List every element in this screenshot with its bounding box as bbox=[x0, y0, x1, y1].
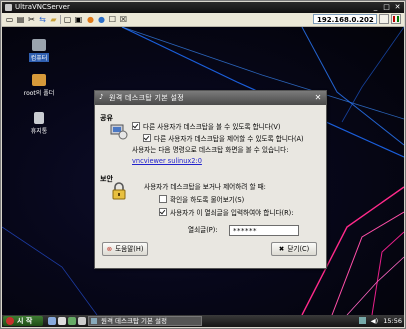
info-icon[interactable]: ▣ bbox=[74, 15, 83, 24]
sharing-icon bbox=[110, 124, 128, 140]
terminal-icon[interactable] bbox=[58, 317, 66, 325]
system-tray: ◀) 15:56 bbox=[358, 316, 402, 326]
app-icon bbox=[5, 4, 12, 11]
help-icon[interactable]: ● bbox=[97, 15, 106, 24]
checkbox[interactable] bbox=[143, 134, 151, 142]
minimize-button[interactable]: _ bbox=[371, 3, 380, 11]
help-button[interactable]: ⊗ 도움말(H) bbox=[102, 242, 148, 256]
sharing-hint: 사용자는 다음 명령으로 데스크탑 화면을 볼 수 있습니다: bbox=[132, 146, 289, 154]
host-address-field[interactable]: 192.168.0.202 bbox=[313, 14, 377, 24]
require-password-label: 사용자가 이 열쇠글을 입력하여야 합니다(R): bbox=[170, 209, 294, 217]
pause-icon bbox=[393, 16, 399, 22]
allow-control-label: 다른 사용자가 데스크탑을 제어할 수 있도록 합니다(A) bbox=[154, 135, 304, 143]
help-icon: ⊗ bbox=[106, 245, 113, 253]
toolbar: ▭ ▤ ✂ ⇆ ▰ ▢ ▣ ● ● ☐ ☒ 192.168.0.202 bbox=[2, 13, 404, 27]
help-button-label: 도움말(H) bbox=[115, 245, 144, 253]
remote-desktop-preferences-dialog: ♪ 원격 데스크탑 기본 설정 ✕ 공유 다른 사용자가 데스크탑을 볼 수 있… bbox=[94, 90, 327, 269]
dialog-title-bar: ♪ 원격 데스크탑 기본 설정 ✕ bbox=[95, 91, 326, 105]
desktop-icon[interactable] bbox=[78, 317, 86, 325]
password-label: 열쇠글(P): bbox=[188, 226, 218, 234]
desktop-icon-home[interactable]: root의 폴더 bbox=[14, 74, 64, 97]
computer-icon bbox=[32, 39, 46, 51]
toolbar-separator bbox=[60, 15, 61, 24]
window-title: UltraVNCServer bbox=[15, 3, 70, 11]
network-icon[interactable] bbox=[358, 317, 366, 324]
tools-icon[interactable]: ✂ bbox=[27, 15, 36, 24]
settings-icon: ♪ bbox=[99, 93, 104, 101]
taskbar: 시 작 원격 데스크탑 기본 설정 ◀) 15:56 bbox=[2, 315, 404, 327]
security-intro: 사용자가 데스크탑을 보거나 제어하려 할 때: bbox=[144, 183, 266, 191]
checkbox[interactable] bbox=[132, 122, 140, 130]
browser-icon[interactable] bbox=[48, 317, 56, 325]
host-dropdown-button[interactable] bbox=[379, 14, 389, 24]
window-icon bbox=[91, 318, 97, 324]
close-button-label: 닫기(C) bbox=[287, 245, 310, 253]
taskbar-item-preferences[interactable]: 원격 데스크탑 기본 설정 bbox=[88, 316, 202, 326]
start-icon bbox=[6, 317, 14, 325]
close-icon[interactable]: ☒ bbox=[119, 15, 128, 24]
checkbox[interactable] bbox=[159, 208, 167, 216]
stop-icon[interactable]: ● bbox=[86, 15, 95, 24]
dialog-close-button[interactable]: ✕ bbox=[313, 93, 323, 103]
start-label: 시 작 bbox=[17, 317, 33, 325]
vnc-window: UltraVNCServer _ □ ✕ ▭ ▤ ✂ ⇆ ▰ ▢ ▣ ● ● ☐… bbox=[0, 0, 406, 329]
folder-icon[interactable]: ▰ bbox=[49, 15, 58, 24]
password-input[interactable]: ****** bbox=[229, 225, 299, 236]
allow-control-checkbox[interactable]: 다른 사용자가 데스크탑을 제어할 수 있도록 합니다(A) bbox=[143, 134, 304, 144]
new-icon[interactable]: ▭ bbox=[5, 15, 14, 24]
open-icon[interactable]: ▤ bbox=[16, 15, 25, 24]
desktop-icon-label: root의 폴더 bbox=[23, 90, 55, 97]
volume-icon[interactable]: ◀) bbox=[371, 316, 379, 326]
allow-view-label: 다른 사용자가 데스크탑을 볼 수 있도록 합니다(V) bbox=[143, 123, 281, 131]
ask-confirm-label: 확인을 하도록 물어보기(S) bbox=[170, 196, 245, 204]
files-icon[interactable] bbox=[68, 317, 76, 325]
close-button[interactable]: ✖ 닫기(C) bbox=[271, 242, 317, 256]
window-close-button[interactable]: ✕ bbox=[393, 3, 402, 11]
allow-view-checkbox[interactable]: 다른 사용자가 데스크탑을 볼 수 있도록 합니다(V) bbox=[132, 122, 281, 132]
title-bar: UltraVNCServer _ □ ✕ bbox=[2, 2, 404, 13]
maximize-button[interactable]: □ bbox=[382, 3, 391, 11]
chat-icon[interactable]: ▢ bbox=[63, 15, 72, 24]
security-heading: 보안 bbox=[100, 175, 113, 183]
checkbox[interactable] bbox=[159, 195, 167, 203]
home-folder-icon bbox=[32, 74, 46, 86]
start-button[interactable]: 시 작 bbox=[3, 316, 43, 326]
desktop-icon-label: 휴지통 bbox=[30, 128, 48, 135]
desktop-icon-computer[interactable]: 컴퓨터 bbox=[14, 39, 64, 62]
disconnect-button[interactable] bbox=[391, 14, 401, 24]
lock-icon bbox=[112, 182, 126, 200]
taskbar-item-label: 원격 데스크탑 기본 설정 bbox=[101, 317, 167, 325]
desktop-icon-label: 컴퓨터 bbox=[28, 53, 50, 62]
trash-icon bbox=[34, 112, 44, 124]
ask-confirm-checkbox[interactable]: 확인을 하도록 물어보기(S) bbox=[159, 195, 244, 205]
desktop-icon-trash[interactable]: 휴지통 bbox=[14, 112, 64, 135]
dialog-title: 원격 데스크탑 기본 설정 bbox=[109, 94, 184, 102]
require-password-checkbox[interactable]: 사용자가 이 열쇠글을 입력하여야 합니다(R): bbox=[159, 208, 293, 218]
transfer-icon[interactable]: ⇆ bbox=[38, 15, 47, 24]
clock: 15:56 bbox=[383, 317, 402, 325]
close-icon: ✖ bbox=[278, 245, 285, 253]
fullscreen-icon[interactable]: ☐ bbox=[108, 15, 117, 24]
vncviewer-command-link[interactable]: vncviewer sulinux2:0 bbox=[132, 157, 202, 166]
